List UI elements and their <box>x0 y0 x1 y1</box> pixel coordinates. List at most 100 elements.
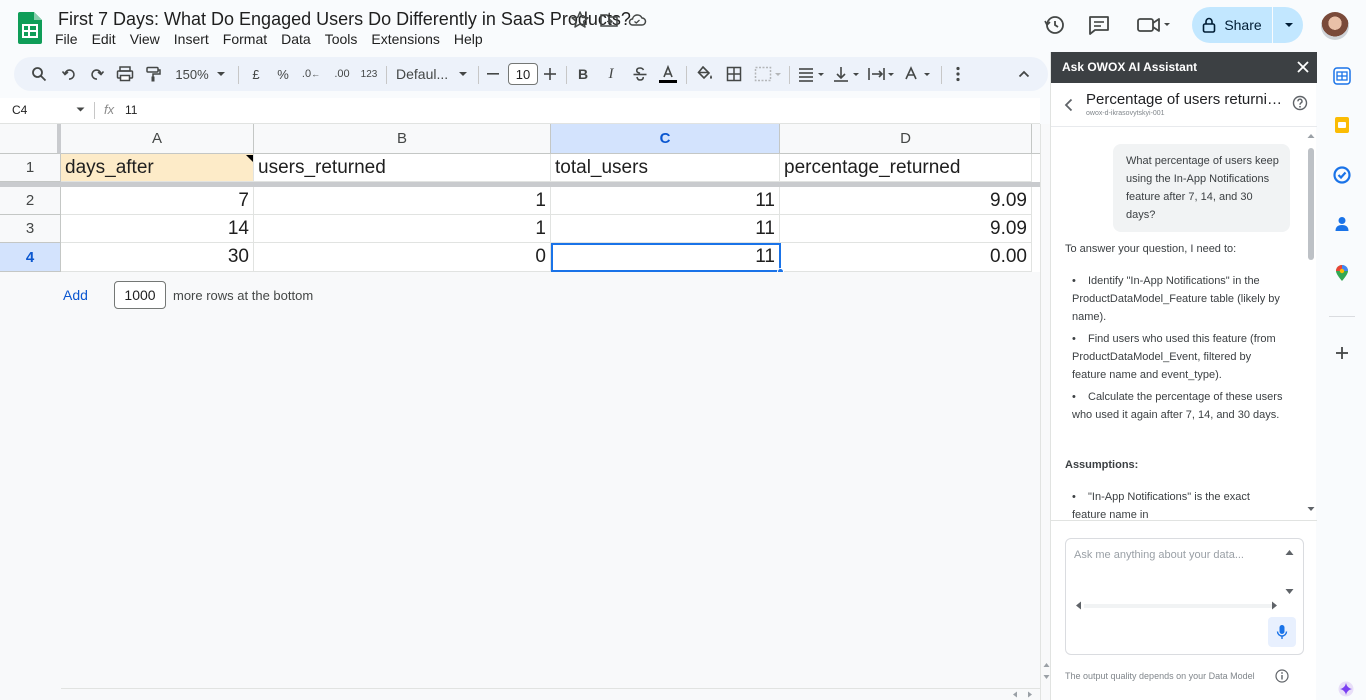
chat-scroll-down-icon[interactable] <box>1307 506 1315 512</box>
tasks-icon[interactable] <box>1333 166 1351 184</box>
cell-c1[interactable]: total_users <box>551 154 780 182</box>
text-wrapping-icon[interactable] <box>865 57 899 91</box>
menu-help[interactable]: Help <box>454 31 483 47</box>
chat-scroll-thumb[interactable] <box>1308 148 1314 260</box>
menu-data[interactable]: Data <box>281 31 311 47</box>
text-rotation-icon[interactable] <box>901 57 935 91</box>
scroll-left-icon[interactable] <box>1012 691 1018 698</box>
cell-c3[interactable]: 11 <box>551 215 780 243</box>
print-icon[interactable] <box>112 57 138 91</box>
undo-icon[interactable] <box>56 57 82 91</box>
name-box-dropdown-icon[interactable] <box>76 107 85 112</box>
cell-a1[interactable]: days_after <box>61 154 254 182</box>
chat-input[interactable]: Ask me anything about your data... <box>1065 538 1304 655</box>
input-hscroll-track[interactable] <box>1084 604 1274 608</box>
meet-video-icon[interactable] <box>1135 12 1175 38</box>
maps-icon[interactable] <box>1333 264 1351 282</box>
comments-icon[interactable] <box>1086 12 1112 38</box>
cell-c4[interactable]: 11 <box>551 243 780 272</box>
font-size-input[interactable]: 10 <box>508 63 538 85</box>
select-all-corner[interactable] <box>0 124 61 154</box>
cloud-status-icon[interactable] <box>627 10 647 30</box>
zoom-value[interactable]: 150% <box>172 57 212 91</box>
microphone-button[interactable] <box>1268 617 1296 647</box>
borders-icon[interactable] <box>723 57 745 91</box>
row-header-4[interactable]: 4 <box>0 243 61 272</box>
contacts-icon[interactable] <box>1333 215 1351 233</box>
menu-format[interactable]: Format <box>223 31 267 47</box>
help-icon[interactable] <box>1292 95 1308 111</box>
share-main[interactable]: Share <box>1192 7 1272 43</box>
cell-a2[interactable]: 7 <box>61 187 254 215</box>
currency-format-button[interactable]: £ <box>246 57 266 91</box>
name-box[interactable]: C4 <box>12 103 27 117</box>
percent-format-button[interactable]: % <box>273 57 293 91</box>
column-header-d[interactable]: D <box>780 124 1032 154</box>
row-header-2[interactable]: 2 <box>0 187 61 215</box>
chat-scrollbar[interactable] <box>1305 128 1317 520</box>
menu-insert[interactable]: Insert <box>174 31 209 47</box>
horizontal-align-icon[interactable] <box>795 57 829 91</box>
decrease-font-size-button[interactable] <box>484 57 502 91</box>
menu-file[interactable]: File <box>55 31 78 47</box>
column-header-b[interactable]: B <box>254 124 551 154</box>
increase-font-size-button[interactable] <box>541 57 559 91</box>
version-history-icon[interactable] <box>1042 12 1068 38</box>
cell-d2[interactable]: 9.09 <box>780 187 1032 215</box>
sheets-logo-icon[interactable] <box>18 12 42 44</box>
cell-b2[interactable]: 1 <box>254 187 551 215</box>
back-arrow-icon[interactable] <box>1061 97 1077 113</box>
add-rows-button[interactable]: Add <box>63 287 88 303</box>
cell-c2[interactable]: 11 <box>551 187 780 215</box>
fill-color-icon[interactable] <box>694 57 716 91</box>
scroll-down-icon[interactable] <box>1043 674 1050 680</box>
chat-scroll-up-icon[interactable] <box>1307 133 1315 139</box>
document-title[interactable]: First 7 Days: What Do Engaged Users Do D… <box>58 9 631 30</box>
input-scroll-right-icon[interactable] <box>1271 601 1278 610</box>
redo-icon[interactable] <box>84 57 110 91</box>
menu-tools[interactable]: Tools <box>325 31 358 47</box>
menu-extensions[interactable]: Extensions <box>371 31 439 47</box>
share-dropdown-icon[interactable] <box>1274 7 1303 43</box>
zoom-dropdown-icon[interactable] <box>214 57 228 91</box>
merge-cells-icon[interactable] <box>753 57 785 91</box>
row-header-1[interactable]: 1 <box>0 154 61 182</box>
italic-button[interactable]: I <box>601 57 621 91</box>
cell-b4[interactable]: 0 <box>254 243 551 272</box>
close-icon[interactable] <box>1294 58 1312 76</box>
rows-count-input[interactable]: 1000 <box>114 281 166 309</box>
input-scroll-up-icon[interactable] <box>1285 549 1294 556</box>
row-header-3[interactable]: 3 <box>0 215 61 243</box>
cell-d3[interactable]: 9.09 <box>780 215 1032 243</box>
cell-d1[interactable]: percentage_returned <box>780 154 1032 182</box>
more-formats-button[interactable]: 123 <box>358 57 380 91</box>
input-scroll-left-icon[interactable] <box>1075 601 1082 610</box>
font-dropdown-icon[interactable] <box>456 57 470 91</box>
star-icon[interactable] <box>570 10 590 30</box>
strikethrough-icon[interactable] <box>629 57 651 91</box>
cell-b3[interactable]: 1 <box>254 215 551 243</box>
decrease-decimals-button[interactable]: .0 ← <box>299 57 323 91</box>
add-addon-icon[interactable] <box>1333 344 1351 362</box>
paint-format-icon[interactable] <box>140 57 166 91</box>
text-color-icon[interactable] <box>657 57 679 91</box>
vertical-align-icon[interactable] <box>831 57 863 91</box>
share-button[interactable]: Share <box>1192 7 1303 43</box>
bold-button[interactable]: B <box>573 57 593 91</box>
menu-view[interactable]: View <box>130 31 160 47</box>
horizontal-scrollbar[interactable] <box>61 688 1040 700</box>
font-family-select[interactable]: Defaul... <box>396 57 456 91</box>
scroll-right-icon[interactable] <box>1027 691 1033 698</box>
column-header-c[interactable]: C <box>551 124 780 154</box>
increase-decimals-button[interactable]: .00 <box>328 57 356 91</box>
input-scroll-down-icon[interactable] <box>1285 588 1294 595</box>
column-header-e[interactable] <box>1032 124 1040 154</box>
menu-edit[interactable]: Edit <box>92 31 116 47</box>
cell-a4[interactable]: 30 <box>61 243 254 272</box>
keep-icon[interactable] <box>1333 116 1351 134</box>
avatar[interactable] <box>1321 12 1349 40</box>
scroll-up-icon[interactable] <box>1043 662 1050 668</box>
cell-a3[interactable]: 14 <box>61 215 254 243</box>
column-header-a[interactable]: A <box>61 124 254 154</box>
cell-b1[interactable]: users_returned <box>254 154 551 182</box>
